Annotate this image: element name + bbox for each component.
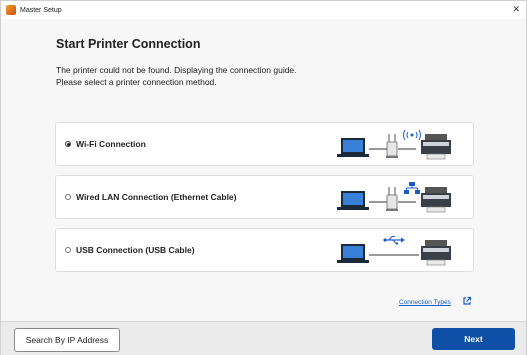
close-icon[interactable]: ✕ bbox=[512, 4, 520, 15]
window-title: Master Setup bbox=[20, 6, 62, 14]
option-wired-lan[interactable]: Wired LAN Connection (Ethernet Cable) bbox=[55, 175, 474, 219]
wireless-signal-icon bbox=[403, 129, 421, 141]
printer-icon bbox=[421, 187, 451, 213]
connection-types-link[interactable]: Connection Types bbox=[399, 299, 451, 306]
wifi-connection-illustration bbox=[337, 129, 451, 160]
message-line-2: Please select a printer connection metho… bbox=[56, 76, 217, 87]
next-button[interactable]: Next bbox=[432, 328, 515, 350]
laptop-icon bbox=[337, 244, 369, 263]
main-content: Start Printer Connection The printer cou… bbox=[1, 19, 526, 321]
page-title: Start Printer Connection bbox=[56, 37, 201, 51]
guide-message: The printer could not be found. Displayi… bbox=[56, 65, 297, 88]
wired-lan-illustration bbox=[337, 182, 451, 213]
footer-bar: Search By IP Address Next bbox=[1, 321, 526, 355]
router-icon bbox=[386, 187, 398, 211]
option-wired-lan-label: Wired LAN Connection (Ethernet Cable) bbox=[76, 192, 237, 202]
message-line-1: The printer could not be found. Displayi… bbox=[56, 65, 297, 75]
title-bar: Master Setup ✕ bbox=[1, 1, 526, 19]
radio-wired-lan[interactable] bbox=[65, 194, 71, 200]
search-by-ip-button[interactable]: Search By IP Address bbox=[14, 328, 120, 352]
printer-icon bbox=[421, 240, 451, 266]
external-link-icon[interactable] bbox=[462, 296, 472, 306]
usb-icon bbox=[383, 236, 405, 245]
router-icon bbox=[386, 134, 398, 158]
option-usb-label: USB Connection (USB Cable) bbox=[76, 245, 195, 255]
option-wifi[interactable]: Wi-Fi Connection bbox=[55, 122, 474, 166]
app-icon bbox=[6, 5, 16, 15]
radio-usb[interactable] bbox=[65, 247, 71, 253]
laptop-icon bbox=[337, 191, 369, 210]
printer-icon bbox=[421, 134, 451, 160]
radio-wifi[interactable] bbox=[65, 141, 71, 147]
option-wifi-label: Wi-Fi Connection bbox=[76, 139, 146, 149]
laptop-icon bbox=[337, 138, 369, 157]
setup-window: Master Setup ✕ Start Printer Connection … bbox=[0, 0, 527, 355]
usb-connection-illustration bbox=[337, 236, 451, 266]
network-icon bbox=[404, 182, 420, 194]
option-usb[interactable]: USB Connection (USB Cable) bbox=[55, 228, 474, 272]
